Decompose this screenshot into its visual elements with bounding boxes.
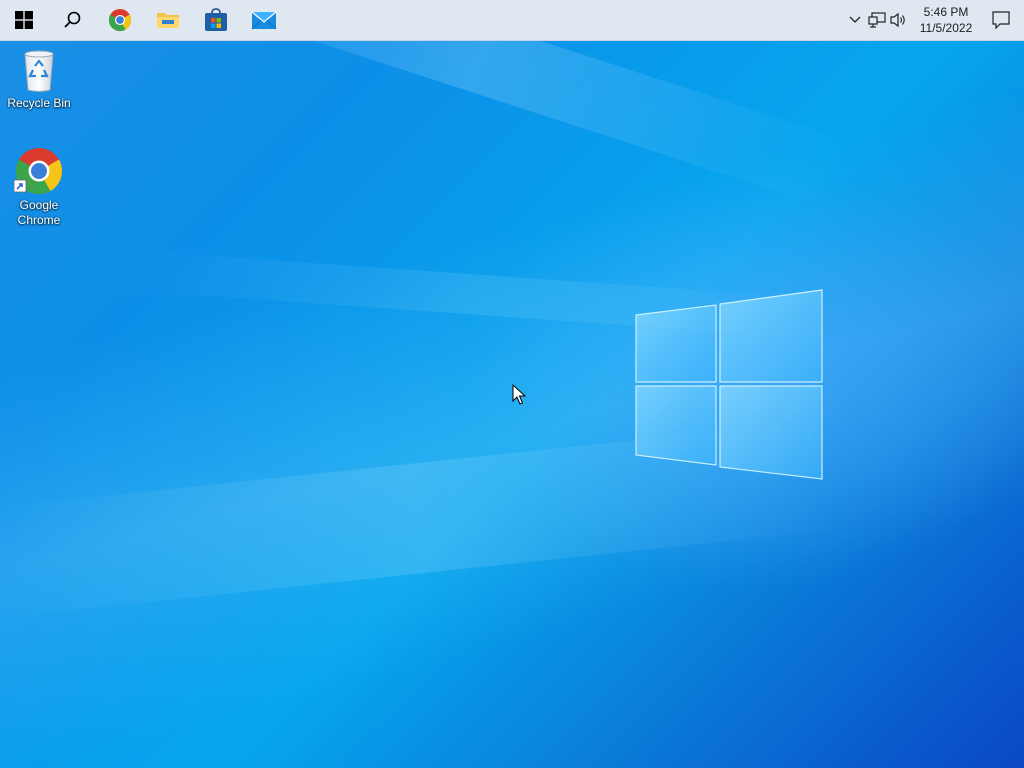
- start-button[interactable]: [0, 0, 48, 40]
- network-button[interactable]: [866, 0, 888, 40]
- action-center-button[interactable]: [978, 0, 1024, 40]
- clock-date: 11/5/2022: [919, 21, 973, 35]
- desktop-icon-recycle-bin[interactable]: Recycle Bin: [1, 48, 77, 111]
- chrome-icon: [14, 148, 63, 195]
- search-icon: [64, 11, 81, 28]
- taskbar-file-explorer-button[interactable]: [144, 0, 192, 40]
- network-icon: [868, 12, 886, 28]
- mail-icon: [251, 11, 277, 30]
- show-hidden-icons-button[interactable]: [844, 0, 866, 40]
- taskbar-mail-button[interactable]: [240, 0, 288, 40]
- desktop-icon-label: Google Chrome: [17, 198, 61, 227]
- volume-button[interactable]: [888, 0, 910, 40]
- desktop-icon-google-chrome[interactable]: Google Chrome: [1, 146, 77, 228]
- mouse-cursor-icon: [512, 384, 526, 405]
- windows-logo-icon: [15, 11, 33, 29]
- clock[interactable]: 5:46 PM 11/5/2022: [914, 0, 978, 40]
- clock-time: 5:46 PM: [923, 5, 969, 19]
- folder-icon: [157, 13, 179, 28]
- taskbar: 5:46 PM 11/5/2022: [0, 0, 1024, 41]
- chevron-up-icon: [849, 16, 861, 23]
- system-tray: 5:46 PM 11/5/2022: [844, 0, 1024, 40]
- store-icon: [205, 8, 227, 31]
- wallpaper-windows-logo: [635, 289, 823, 480]
- recycle-bin-icon: [24, 50, 54, 92]
- volume-icon: [890, 12, 905, 28]
- notification-icon: [992, 11, 1010, 29]
- taskbar-store-button[interactable]: [192, 0, 240, 40]
- desktop[interactable]: Recycle Bin Google Chrome 5:46 PM 11/5/2…: [0, 0, 1024, 768]
- taskbar-chrome-button[interactable]: [96, 0, 144, 40]
- chrome-icon: [108, 8, 132, 32]
- desktop-icon-label: Recycle Bin: [7, 96, 71, 110]
- search-button[interactable]: [48, 0, 96, 40]
